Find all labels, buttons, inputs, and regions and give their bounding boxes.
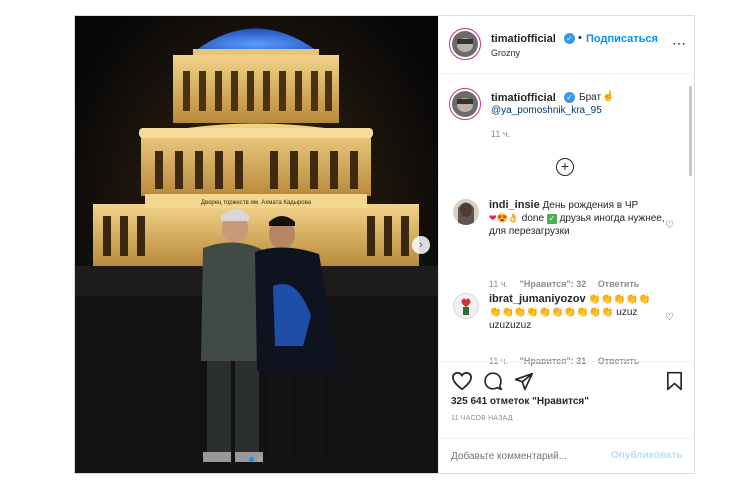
pinched-hand-emoji-icon: ☝ [602,91,615,102]
commenter-avatar-photo [461,298,471,315]
ok-hand-emoji-icon: 👌 [507,213,519,223]
follow-button[interactable]: Подписаться [586,33,658,45]
instagram-post: Дворец торжеств им. Ахмата Кадырова › ti… [74,15,695,474]
post-side-panel: timatiofficial ✓ • Подписаться Grozny ⋯ … [438,16,695,473]
comment-text-tail2: uzuzuzuz [489,320,532,331]
post-photo-image: Дворец торжеств им. Ахмата Кадырова [75,16,438,473]
comment-text-part1: День рождения в ЧР [542,200,639,211]
save-bookmark-icon[interactable] [666,371,683,391]
caption: timatiofficial ✓ Брат ☝ @ya_pomoshnik_kr… [439,84,695,144]
location-link[interactable]: Grozny [491,48,520,58]
carousel-dot-active [249,457,254,462]
header-dot: • [578,32,582,44]
caption-text: Брат [579,92,602,103]
post-timestamp[interactable]: 11 ЧАСОВ НАЗАД [451,415,513,422]
author-username[interactable]: timatiofficial [491,33,556,45]
comment-text-part2: done [521,213,545,224]
heart-emoji-icon: ❤ [489,213,497,223]
smile-emoji-icon: 😍 [496,213,508,223]
post-header: timatiofficial ✓ • Подписаться Grozny ⋯ [439,16,695,74]
comment-username[interactable]: ibrat_jumaniyozov [489,293,586,305]
caption-time: 11 ч. [491,129,511,139]
post-actions: 325 641 отметок "Нравится" 11 ЧАСОВ НАЗА… [439,361,695,473]
carousel-dot [257,457,262,462]
comment-like-icon[interactable]: ♡ [665,313,675,323]
comment-bubble-icon[interactable] [483,371,503,391]
publish-button[interactable]: Опубликовать [611,450,682,461]
comment-item: indi_insie День рождения в ЧР ❤😍👌 done ✓… [451,199,681,289]
comment-avatar[interactable] [453,293,479,319]
comment-time: 11 ч. [489,279,509,289]
next-photo-button[interactable]: › [412,236,430,254]
comment-text-tail1: uzuz [616,307,638,318]
caption-username[interactable]: timatiofficial [491,92,556,104]
comment-item: ibrat_jumaniyozov 👏👏👏👏👏 👏👏👏👏👏👏👏👏👏👏 uzuz … [451,293,681,366]
building-sign: Дворец торжеств им. Ахмата Кадырова [201,200,312,206]
caption-avatar-photo [457,98,473,112]
verified-badge-icon: ✓ [564,33,575,44]
comment-like-icon[interactable]: ♡ [665,221,675,231]
like-heart-icon[interactable] [451,371,473,391]
caption-verified-icon: ✓ [564,92,575,103]
comment-input[interactable] [451,448,611,464]
share-send-icon[interactable] [514,372,534,391]
carousel-dots [249,457,265,462]
avatar-photo [457,38,473,52]
comment-meta: 11 ч. "Нравится": 32 Ответить [489,279,679,289]
comment-username[interactable]: indi_insie [489,199,540,211]
caption-avatar[interactable] [452,91,478,117]
comment-text: indi_insie День рождения в ЧР ❤😍👌 done ✓… [489,199,665,238]
thumbs-up-emojis-row-icon: 👏👏👏👏👏👏👏👏👏👏 [489,307,614,318]
likes-count[interactable]: 325 641 отметок "Нравится" [451,396,589,407]
checkmark-emoji-icon: ✓ [546,214,557,224]
load-more-comments-button[interactable]: + [556,158,574,176]
post-photo[interactable]: Дворец торжеств им. Ахмата Кадырова › [75,16,438,473]
comment-text: ibrat_jumaniyozov 👏👏👏👏👏 👏👏👏👏👏👏👏👏👏👏 uzuz … [489,293,665,332]
thumbs-up-emojis-icon: 👏👏👏👏👏 [588,294,651,305]
caption-mention-link[interactable]: @ya_pomoshnik_kra_95 [491,105,602,116]
comment-likes-count[interactable]: "Нравится": 32 [520,279,587,289]
more-options-icon[interactable]: ⋯ [672,36,686,50]
comment-reply-button[interactable]: Ответить [598,279,640,289]
comment-avatar[interactable] [453,199,479,225]
commenter-avatar-photo [458,202,474,225]
add-comment-bar: Опубликовать [439,438,695,474]
author-avatar[interactable] [452,31,478,57]
